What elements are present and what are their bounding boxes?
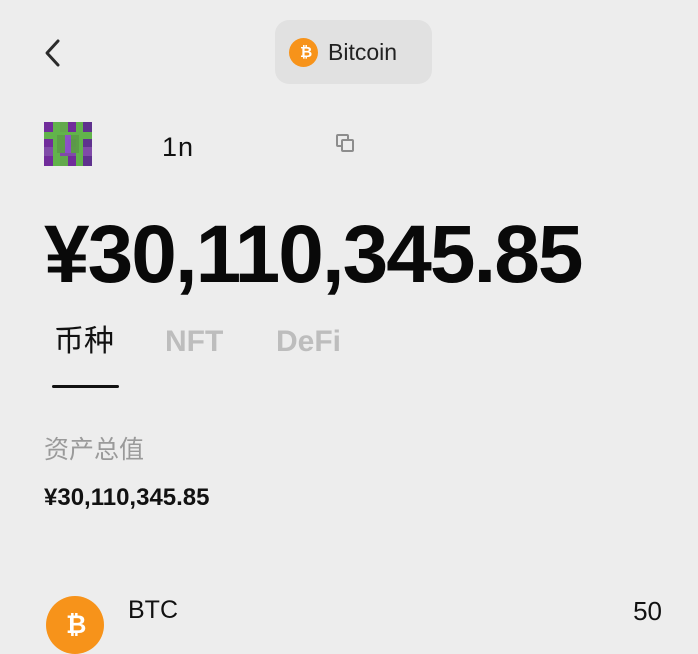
coin-amount: 50	[633, 596, 662, 626]
tab-coins[interactable]: 币种	[54, 327, 114, 357]
wallet-address: 1n	[162, 132, 195, 162]
asset-total-value: ¥30,110,345.85	[44, 484, 210, 511]
account-row: 1n	[44, 122, 404, 168]
copy-icon[interactable]	[335, 133, 359, 157]
bitcoin-icon: ₿	[46, 596, 104, 654]
tab-nft[interactable]: NFT	[165, 327, 223, 357]
tab-defi[interactable]: DeFi	[276, 327, 341, 357]
network-name: Bitcoin	[328, 38, 398, 65]
chevron-left-icon	[45, 39, 60, 67]
bitcoin-icon: ₿	[289, 37, 318, 67]
network-selector[interactable]: ₿ Bitcoin	[275, 20, 432, 84]
back-button[interactable]	[36, 36, 70, 70]
active-tab-indicator	[52, 385, 119, 388]
asset-tabs: 币种 NFT DeFi	[44, 327, 434, 392]
coin-symbol: BTC	[128, 596, 178, 624]
list-item[interactable]: ₿ BTC 50	[44, 592, 664, 654]
asset-total-label: 资产总值	[44, 436, 145, 464]
svg-text:₿: ₿	[66, 611, 86, 639]
avatar[interactable]	[44, 122, 92, 166]
wallet-balance: ¥30,110,345.85	[44, 209, 583, 300]
svg-text:₿: ₿	[300, 44, 312, 61]
